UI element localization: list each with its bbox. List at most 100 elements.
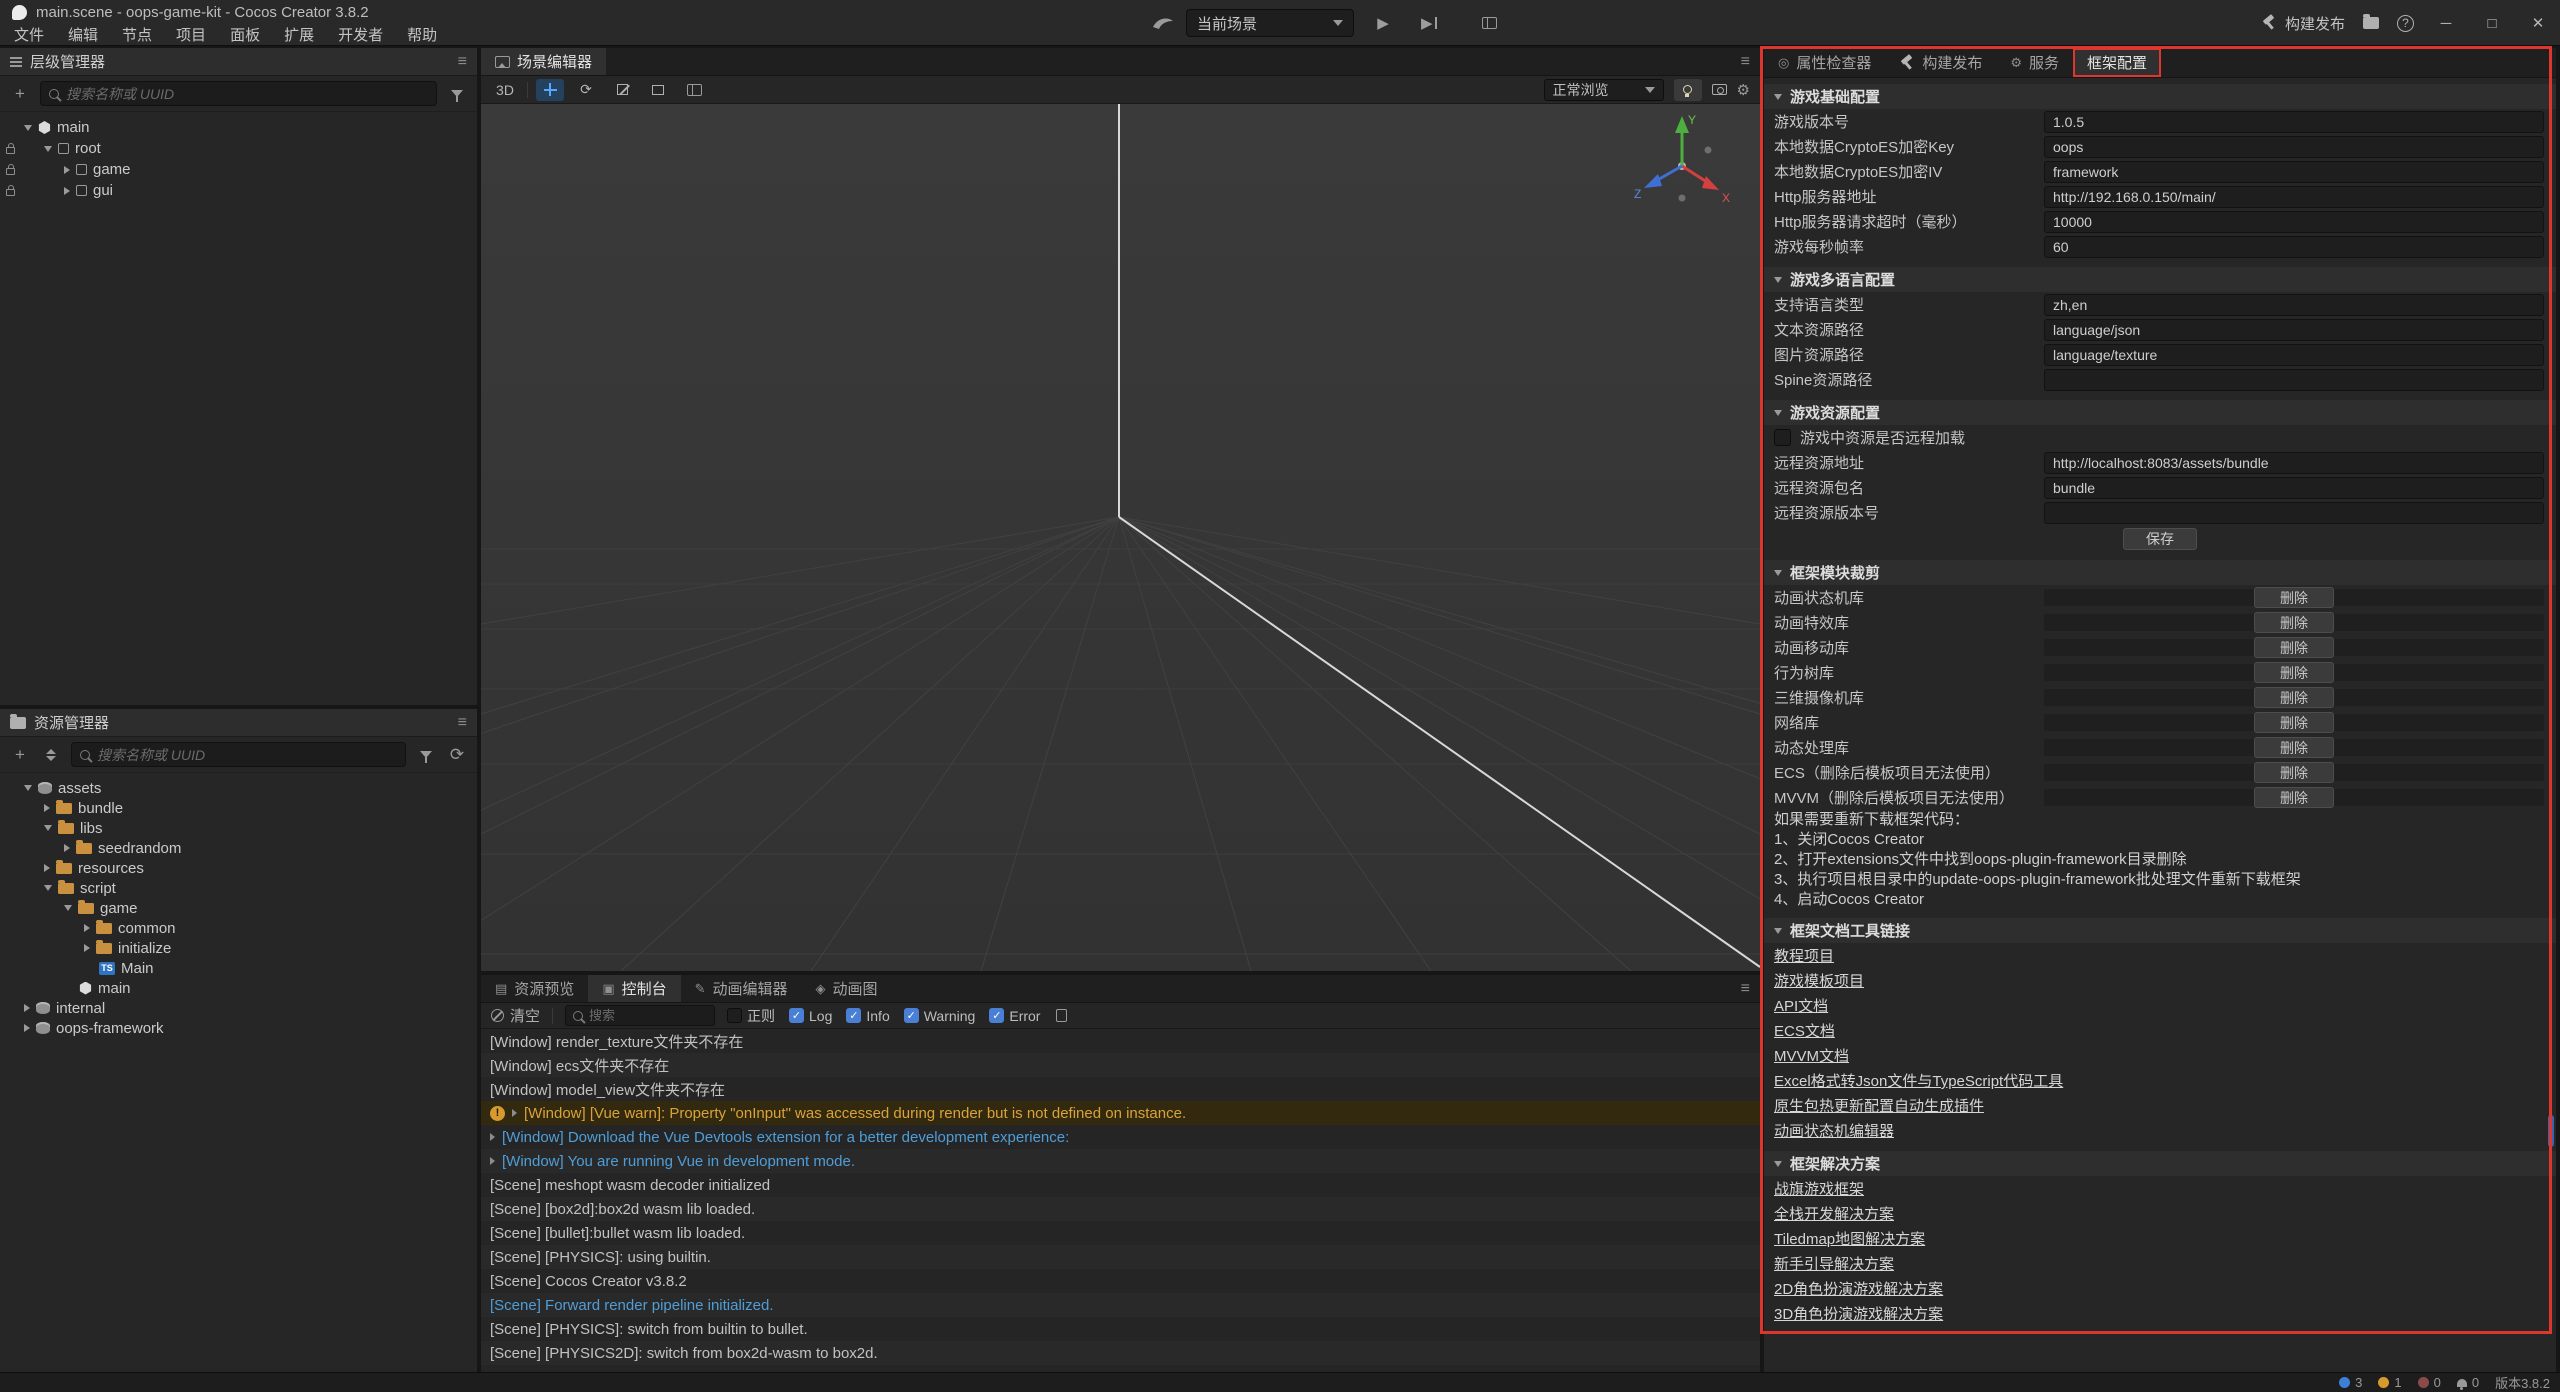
doc-link[interactable]: 游戏模板项目: [1774, 970, 1864, 991]
assets-refresh-icon[interactable]: ⟳: [446, 744, 468, 766]
lock-icon[interactable]: [6, 147, 15, 154]
delete-button[interactable]: 删除: [2254, 612, 2334, 633]
console-search-input[interactable]: [589, 1008, 707, 1023]
tree-caret-icon[interactable]: [24, 785, 32, 791]
delete-button[interactable]: 删除: [2254, 712, 2334, 733]
section-header[interactable]: 框架模块裁剪: [1764, 560, 2556, 585]
tree-caret-icon[interactable]: [84, 924, 90, 932]
tree-caret-icon[interactable]: [44, 804, 50, 812]
property-input[interactable]: [2044, 369, 2544, 391]
expand-caret-icon[interactable]: [512, 1109, 517, 1117]
console-log-row[interactable]: [Window] model_view文件夹不存在: [481, 1077, 1760, 1101]
menu-item[interactable]: 文件: [2, 22, 56, 47]
lock-icon[interactable]: [6, 189, 15, 196]
doc-link[interactable]: ECS文档: [1774, 1020, 1835, 1041]
delete-button[interactable]: 删除: [2254, 737, 2334, 758]
menu-item[interactable]: 面板: [218, 22, 272, 47]
inspector-tab[interactable]: ⚙服务: [1996, 48, 2073, 77]
lock-icon[interactable]: [6, 168, 15, 175]
filter-checkbox[interactable]: ✓Error: [989, 1008, 1040, 1024]
console-log-row[interactable]: [Scene] [PHYSICS]: using builtin.: [481, 1245, 1760, 1269]
property-input[interactable]: [2044, 294, 2544, 316]
console-log-row[interactable]: [Window] Download the Vue Devtools exten…: [481, 1125, 1760, 1149]
console-log-row[interactable]: [Scene] [box2d]:box2d wasm lib loaded.: [481, 1197, 1760, 1221]
console-log-row[interactable]: [Scene] [bullet]:bullet wasm lib loaded.: [481, 1221, 1760, 1245]
menu-item[interactable]: 节点: [110, 22, 164, 47]
console-menu-icon[interactable]: ≡: [1741, 980, 1750, 998]
property-input[interactable]: [2044, 111, 2544, 133]
doc-link[interactable]: API文档: [1774, 995, 1828, 1016]
hierarchy-filter-icon[interactable]: [446, 83, 468, 105]
assets-search-input[interactable]: [97, 747, 397, 763]
section-header[interactable]: 游戏基础配置: [1764, 84, 2556, 109]
rotate-tool-button[interactable]: ⟳: [572, 79, 600, 101]
close-button[interactable]: ✕: [2524, 14, 2552, 32]
notification-badge[interactable]: 0: [2457, 1375, 2479, 1390]
expand-caret-icon[interactable]: [490, 1157, 495, 1165]
create-node-button[interactable]: +: [9, 83, 31, 105]
tree-item[interactable]: assets: [0, 778, 477, 798]
console-log-row[interactable]: [Window] ecs文件夹不存在: [481, 1053, 1760, 1077]
delete-button[interactable]: 删除: [2254, 637, 2334, 658]
rect-tool-button[interactable]: [644, 79, 672, 101]
tree-item[interactable]: TSMain: [0, 958, 477, 978]
property-input[interactable]: [2044, 344, 2544, 366]
assets-filter-icon[interactable]: [415, 744, 437, 766]
build-publish-button[interactable]: 构建发布: [2261, 13, 2345, 34]
tree-caret-icon[interactable]: [24, 1004, 30, 1012]
inspector-tab[interactable]: ◎属性检查器: [1764, 48, 1885, 77]
tree-item[interactable]: oops-framework: [0, 1018, 477, 1038]
doc-link[interactable]: 原生包热更新配置自动生成插件: [1774, 1095, 1984, 1116]
tree-item[interactable]: gui: [0, 180, 477, 201]
doc-link[interactable]: 3D角色扮演游戏解决方案: [1774, 1303, 1943, 1324]
console-log-row[interactable]: [Scene] Cocos Creator v3.8.2: [481, 1269, 1760, 1293]
tree-item[interactable]: game: [0, 159, 477, 180]
section-header[interactable]: 框架文档工具链接: [1764, 918, 2556, 943]
log-count-badge[interactable]: 3: [2339, 1375, 2362, 1390]
doc-link[interactable]: 战旗游戏框架: [1774, 1178, 1864, 1199]
tree-caret-icon[interactable]: [44, 864, 50, 872]
doc-link[interactable]: 全栈开发解决方案: [1774, 1203, 1894, 1224]
property-input[interactable]: [2044, 477, 2544, 499]
tree-caret-icon[interactable]: [64, 166, 70, 174]
tree-caret-icon[interactable]: [64, 905, 72, 911]
layout-button[interactable]: [1472, 9, 1506, 37]
section-header[interactable]: 游戏多语言配置: [1764, 267, 2556, 292]
inspector-tab[interactable]: 构建发布: [1885, 48, 1996, 77]
filter-checkbox[interactable]: ✓Warning: [904, 1008, 976, 1024]
tree-item[interactable]: internal: [0, 998, 477, 1018]
error-count-badge[interactable]: 0: [2418, 1375, 2441, 1390]
tree-caret-icon[interactable]: [64, 187, 70, 195]
console-log-row[interactable]: ![Window] [Vue warn]: Property "onInput"…: [481, 1101, 1760, 1125]
scene-menu-icon[interactable]: ≡: [1741, 53, 1750, 71]
tree-caret-icon[interactable]: [44, 885, 52, 891]
tree-item[interactable]: main: [0, 978, 477, 998]
clear-console-button[interactable]: 清空: [491, 1005, 540, 1026]
property-input[interactable]: [2044, 161, 2544, 183]
move-tool-button[interactable]: [536, 79, 564, 101]
console-log-row[interactable]: [Scene] Forward render pipeline initiali…: [481, 1293, 1760, 1317]
play-button[interactable]: ▶: [1366, 9, 1400, 37]
property-input[interactable]: [2044, 452, 2544, 474]
save-button[interactable]: 保存: [2123, 528, 2197, 550]
doc-link[interactable]: Excel格式转Json文件与TypeScript代码工具: [1774, 1070, 2063, 1091]
doc-link[interactable]: 新手引导解决方案: [1774, 1253, 1894, 1274]
orientation-gizmo[interactable]: X Y Z: [1622, 106, 1742, 226]
property-input[interactable]: [2044, 136, 2544, 158]
delete-button[interactable]: 删除: [2254, 787, 2334, 808]
hierarchy-menu-icon[interactable]: ≡: [458, 53, 467, 71]
anchor-tool-button[interactable]: [680, 79, 708, 101]
property-input[interactable]: [2044, 211, 2544, 233]
help-icon[interactable]: ?: [2397, 15, 2414, 32]
tree-caret-icon[interactable]: [24, 125, 32, 131]
current-scene-select[interactable]: 当前场景: [1186, 9, 1354, 37]
scene-settings-gear-icon[interactable]: ⚙: [1737, 81, 1750, 99]
inspector-tab[interactable]: 框架配置: [2073, 48, 2161, 77]
property-input[interactable]: [2044, 502, 2544, 524]
console-tab[interactable]: ▤资源预览: [481, 975, 588, 1002]
delete-button[interactable]: 删除: [2254, 762, 2334, 783]
open-project-folder-icon[interactable]: [2363, 17, 2379, 29]
lighting-toggle-button[interactable]: [1674, 79, 1702, 101]
log-settings-icon[interactable]: [1056, 1009, 1067, 1022]
tree-item[interactable]: script: [0, 878, 477, 898]
